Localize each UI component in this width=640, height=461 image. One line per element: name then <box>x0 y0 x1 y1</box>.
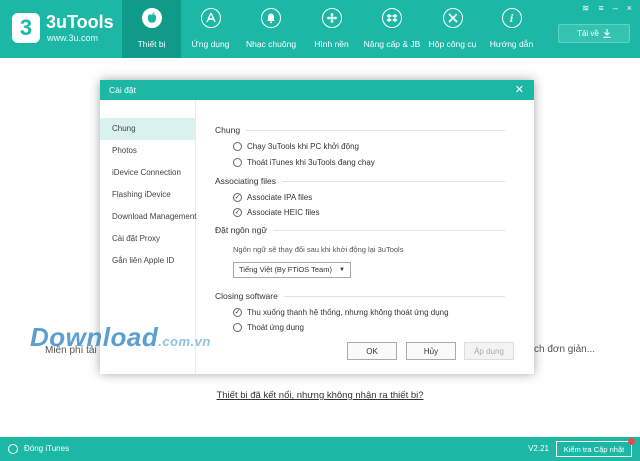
top-bar: 3 3uTools www.3u.com Thiết bị Ứng dụng N… <box>0 0 640 58</box>
option-associate-heic[interactable]: ✓ Associate HEIC files <box>233 208 319 217</box>
main-nav: Thiết bị Ứng dụng Nhạc chuông Hình nền N… <box>122 0 541 58</box>
option-associate-ipa[interactable]: ✓ Associate IPA files <box>233 193 312 202</box>
apple-icon <box>141 8 162 28</box>
menu-icon[interactable]: ≡ <box>598 3 603 14</box>
wallpaper-icon <box>321 8 342 28</box>
nav-upgrade-jb[interactable]: Nâng cấp & JB <box>361 0 423 58</box>
option-minimize-to-tray[interactable]: ✓ Thu xuống thanh hệ thống, nhưng không … <box>233 308 449 317</box>
app-logo: 3 <box>12 13 40 43</box>
sidebar-item-idevice-connection[interactable]: iDevice Connection <box>100 162 195 184</box>
dropbox-icon <box>382 8 402 28</box>
sidebar-item-general[interactable]: Chung <box>100 118 195 140</box>
section-language: Đặt ngôn ngữ <box>215 225 505 235</box>
nav-apps[interactable]: Ứng dụng <box>181 0 240 58</box>
section-associating-files: Associating files <box>215 176 505 186</box>
minimize-icon[interactable]: – <box>613 3 618 14</box>
section-general: Chung <box>215 125 505 135</box>
device-not-recognized-link[interactable]: Thiết bị đã kết nối, nhưng không nhận ra… <box>0 390 640 401</box>
download-label: Tải về <box>577 29 599 38</box>
dialog-title: Cài đặt <box>109 85 136 95</box>
window-controls: ≋ ≡ – × <box>582 3 632 14</box>
ok-button[interactable]: OK <box>347 342 397 360</box>
close-icon[interactable]: ✕ <box>515 80 524 100</box>
settings-content: Chung Chạy 3uTools khi PC khởi động Thoá… <box>215 100 525 374</box>
sidebar-item-photos[interactable]: Photos <box>100 140 195 162</box>
sidebar-item-download-management[interactable]: Download Management <box>100 206 197 228</box>
bell-icon <box>261 8 281 28</box>
option-quit-itunes[interactable]: Thoát iTunes khi 3uTools đang chạy <box>233 158 375 167</box>
brand-name: 3uTools <box>46 12 114 32</box>
brand-url: www.3u.com <box>47 33 99 43</box>
version-label: V2.21 <box>528 444 549 453</box>
language-select[interactable]: Tiếng Việt (By FTiOS Team) ▼ <box>233 262 351 278</box>
close-itunes-label[interactable]: Đóng iTunes <box>24 444 69 453</box>
nav-wallpapers[interactable]: Hình nền <box>302 0 361 58</box>
instruction-text: ch đơn giản... <box>534 344 596 355</box>
wifi-icon[interactable]: ≋ <box>582 3 590 14</box>
checkmark-icon[interactable]: ✓ <box>233 193 242 202</box>
status-bar: Đóng iTunes V2.21 Kiểm tra Cập nhật <box>0 437 640 461</box>
section-closing-software: Closing software <box>215 291 505 301</box>
checkmark-icon[interactable]: ✓ <box>233 308 242 317</box>
language-note: Ngôn ngữ sẽ thay đổi sau khi khởi động l… <box>233 245 404 254</box>
nav-toolbox[interactable]: Hộp công cụ <box>423 0 482 58</box>
download-icon <box>603 29 611 38</box>
close-icon[interactable]: × <box>627 3 632 14</box>
tools-icon <box>442 8 463 28</box>
radio-icon[interactable] <box>233 323 242 332</box>
apply-button[interactable]: Áp dụng <box>464 342 514 360</box>
radio-icon[interactable] <box>233 142 242 151</box>
itunes-toggle-icon[interactable] <box>8 444 18 454</box>
checkmark-icon[interactable]: ✓ <box>233 208 242 217</box>
watermark-logo: Download.com.vn <box>30 322 211 352</box>
sidebar-item-flashing-idevice[interactable]: Flashing iDevice <box>100 184 195 206</box>
option-exit-app[interactable]: Thoát ứng dụng <box>233 323 304 332</box>
info-icon: i <box>501 8 522 28</box>
dialog-titlebar: Cài đặt ✕ <box>100 80 534 100</box>
nav-ringtones[interactable]: Nhạc chuông <box>240 0 302 58</box>
download-button[interactable]: Tải về <box>558 24 630 43</box>
radio-icon[interactable] <box>233 158 242 167</box>
option-launch-on-startup[interactable]: Chạy 3uTools khi PC khởi động <box>233 142 359 151</box>
sidebar-item-proxy[interactable]: Cài đặt Proxy <box>100 228 195 250</box>
update-badge <box>628 438 635 445</box>
nav-devices[interactable]: Thiết bị <box>122 0 181 58</box>
sidebar-item-apple-id[interactable]: Gắn liên Apple ID <box>100 250 195 272</box>
chevron-down-icon: ▼ <box>339 267 345 273</box>
cancel-button[interactable]: Hủy <box>406 342 456 360</box>
app-store-icon <box>200 8 221 28</box>
check-update-button[interactable]: Kiểm tra Cập nhật <box>556 441 632 457</box>
nav-tutorials[interactable]: i Hướng dẫn <box>482 0 541 58</box>
